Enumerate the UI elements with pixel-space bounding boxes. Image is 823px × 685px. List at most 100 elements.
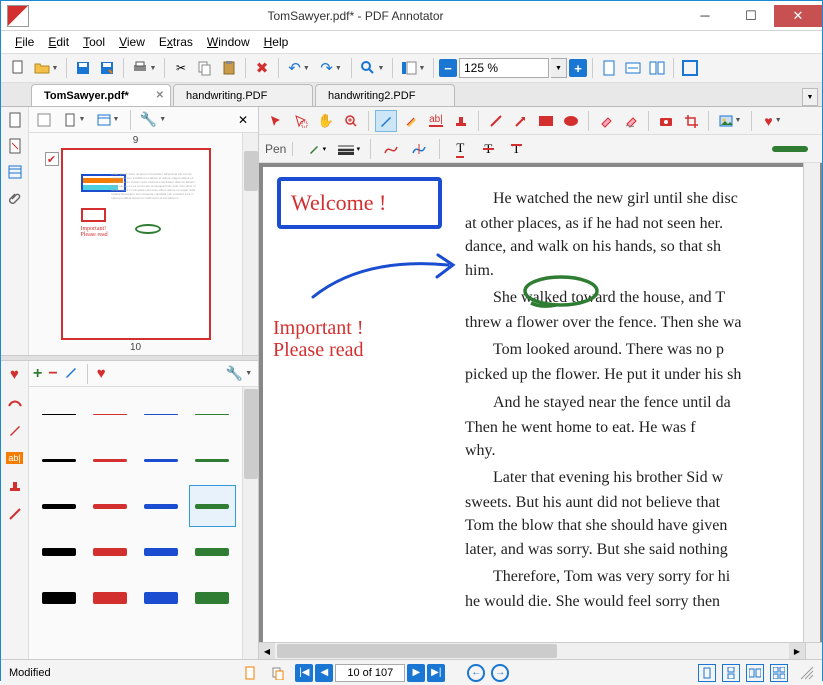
status-copy-icon[interactable] — [267, 662, 289, 684]
minimize-button[interactable]: ─ — [682, 5, 728, 27]
stamp-tool[interactable] — [450, 110, 472, 132]
eraser-stroke-tool[interactable] — [620, 110, 642, 132]
underline-button[interactable]: T — [449, 138, 471, 160]
next-page-button[interactable]: ▶ — [407, 664, 425, 682]
first-page-button[interactable]: |◀ — [295, 664, 313, 682]
favorite-swatch[interactable] — [189, 393, 236, 435]
zoom-tool[interactable] — [340, 110, 362, 132]
favorite-swatch[interactable] — [138, 531, 185, 573]
pointer-tool[interactable] — [265, 110, 287, 132]
ellipse-tool[interactable] — [560, 110, 582, 132]
favorite-swatch[interactable] — [138, 393, 185, 435]
saveas-button[interactable] — [96, 57, 118, 79]
welcome-annotation[interactable]: Welcome ! — [277, 177, 442, 229]
horizontal-scrollbar[interactable]: ◀ ▶ — [259, 642, 805, 659]
favorite-swatch[interactable] — [189, 531, 236, 573]
smooth-curve-button[interactable] — [380, 138, 402, 160]
cut-button[interactable]: ✂ — [170, 57, 192, 79]
shapes-tool-tab-icon[interactable] — [6, 505, 24, 523]
arrow-tool[interactable] — [510, 110, 532, 132]
copy-button[interactable] — [194, 57, 216, 79]
settings-button[interactable]: 🔧▼ — [138, 109, 168, 131]
pressure-button[interactable] — [408, 138, 430, 160]
find-button[interactable]: ▼ — [357, 57, 387, 79]
tab-handwriting2[interactable]: handwriting2.PDF — [315, 84, 455, 106]
page-ops-button[interactable]: ▼ — [59, 109, 89, 131]
page-number-field[interactable]: 10 of 107 — [335, 664, 405, 682]
close-panel-button[interactable]: ✕ — [232, 109, 254, 131]
favorites-settings-button[interactable]: 🔧▼ — [224, 363, 254, 385]
favorite-swatch[interactable] — [138, 577, 185, 619]
layout-single-button[interactable] — [698, 664, 716, 682]
favorite-swatch[interactable] — [189, 577, 236, 619]
fit-page-button[interactable] — [598, 57, 620, 79]
maximize-button[interactable]: ☐ — [728, 5, 774, 27]
favorite-swatch[interactable] — [86, 393, 133, 435]
zoom-in-button[interactable]: + — [569, 59, 587, 77]
pen-tool-tab-icon[interactable] — [6, 393, 24, 411]
favorite-swatch[interactable] — [35, 439, 82, 481]
favorite-swatch[interactable] — [189, 485, 236, 527]
redo-button[interactable]: ↷▼ — [316, 57, 346, 79]
favorite-swatch[interactable] — [35, 393, 82, 435]
attachments-tab-icon[interactable] — [6, 189, 24, 207]
fit-width-button[interactable] — [622, 57, 644, 79]
favorites-scrollbar[interactable] — [242, 387, 258, 659]
rect-tool[interactable] — [535, 110, 557, 132]
scroll-right-button[interactable]: ▶ — [789, 643, 805, 659]
scroll-handle[interactable] — [277, 644, 557, 658]
green-circle-annotation[interactable] — [521, 273, 601, 309]
select-all-button[interactable] — [33, 109, 55, 131]
menu-view[interactable]: View — [113, 33, 151, 51]
pages-tab-icon[interactable] — [6, 111, 24, 129]
prev-page-button[interactable]: ◀ — [315, 664, 333, 682]
pen-width-button[interactable]: ▾ — [335, 140, 361, 158]
tab-handwriting[interactable]: handwriting.PDF — [173, 84, 313, 106]
favorites-button[interactable]: ♥▼ — [758, 110, 788, 132]
menu-help[interactable]: Help — [258, 33, 295, 51]
zoom-field[interactable]: 125 % — [459, 58, 549, 78]
page-thumbnail[interactable]: ✔ Important!Please read Lorem ipsum dolo… — [61, 148, 211, 340]
text-tool[interactable]: ab| — [425, 110, 447, 132]
paste-button[interactable] — [218, 57, 240, 79]
favorite-swatch[interactable] — [86, 531, 133, 573]
view-ops-button[interactable]: ▼ — [93, 109, 123, 131]
open-button[interactable]: ▼ — [31, 57, 61, 79]
resize-grip[interactable] — [800, 666, 814, 680]
marker-tool-tab-icon[interactable] — [6, 421, 24, 439]
scroll-left-button[interactable]: ◀ — [259, 643, 275, 659]
menu-tool[interactable]: Tool — [77, 33, 111, 51]
save-button[interactable] — [72, 57, 94, 79]
favorite-swatch[interactable] — [86, 577, 133, 619]
insert-image-tool[interactable]: ▼ — [715, 110, 745, 132]
favorite-swatch[interactable] — [138, 485, 185, 527]
zoom-dropdown[interactable]: ▼ — [551, 58, 567, 78]
menu-edit[interactable]: Edit — [42, 33, 75, 51]
fullscreen-button[interactable] — [679, 57, 701, 79]
close-button[interactable]: ✕ — [774, 5, 822, 27]
eraser-tool[interactable] — [595, 110, 617, 132]
new-button[interactable] — [7, 57, 29, 79]
delete-button[interactable]: ✖ — [251, 57, 273, 79]
favorite-swatch[interactable] — [35, 577, 82, 619]
highlight-button[interactable]: T — [505, 138, 527, 160]
nav-forward-button[interactable]: → — [491, 664, 509, 682]
close-icon[interactable]: ✕ — [156, 90, 164, 101]
snapshot-tool[interactable] — [655, 110, 677, 132]
pen-color-button[interactable]: ▾ — [303, 140, 329, 158]
edit-favorite-button[interactable] — [64, 365, 78, 382]
pen-tool[interactable] — [375, 110, 397, 132]
sidebar-toggle-button[interactable]: ▼ — [398, 57, 428, 79]
status-page-icon[interactable] — [239, 662, 261, 684]
pan-tool[interactable]: ✋ — [315, 110, 337, 132]
arrow-annotation[interactable] — [303, 247, 463, 307]
remove-favorite-button[interactable]: − — [48, 365, 57, 383]
annot-pages-tab-icon[interactable] — [6, 137, 24, 155]
vertical-scrollbar[interactable] — [803, 163, 820, 642]
stamp-tool-tab-icon[interactable] — [6, 477, 24, 495]
menu-extras[interactable]: Extras — [153, 33, 199, 51]
favorite-heart-icon[interactable]: ♥ — [97, 365, 106, 382]
layout-twopage-button[interactable] — [746, 664, 764, 682]
zoom-out-button[interactable]: − — [439, 59, 457, 77]
favorite-swatch[interactable] — [189, 439, 236, 481]
